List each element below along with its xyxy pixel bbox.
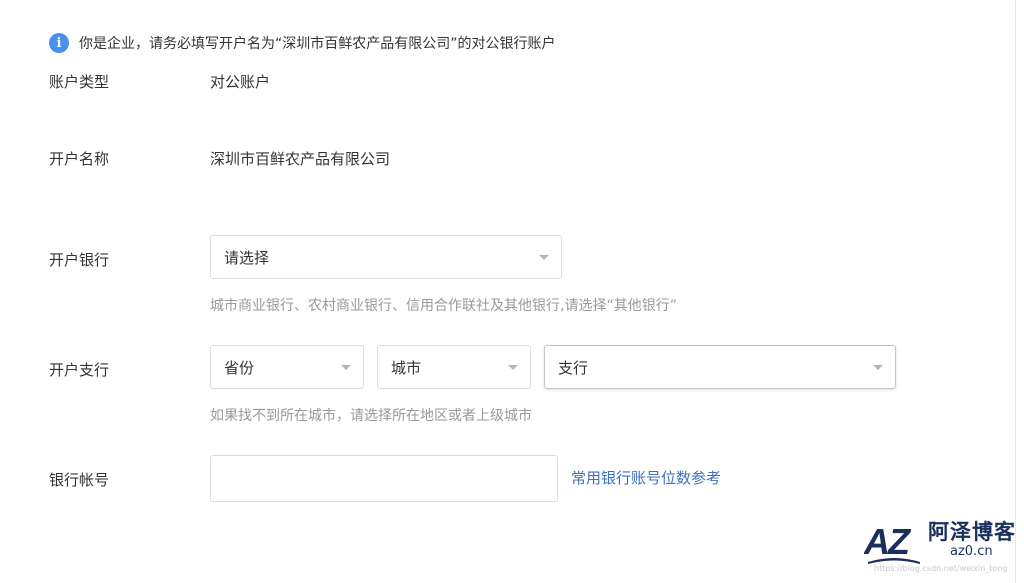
logo-domain: az0.cn	[950, 544, 993, 559]
account-type-value: 对公账户	[210, 73, 271, 91]
branch-hint: 如果找不到所在城市，请选择所在地区或者上级城市	[210, 408, 532, 424]
chevron-down-icon	[873, 365, 883, 370]
notice-banner: i 你是企业，请务必填写开户名为“深圳市百鲜农产品有限公司”的对公银行账户	[49, 33, 556, 53]
svg-text:Z: Z	[887, 521, 912, 562]
bank-label: 开户银行	[49, 251, 110, 269]
account-type-label: 账户类型	[49, 73, 110, 91]
account-name-value: 深圳市百鲜农产品有限公司	[210, 150, 391, 168]
province-select-value: 省份	[224, 358, 255, 377]
bank-select[interactable]: 请选择	[210, 235, 562, 279]
province-select[interactable]: 省份	[210, 345, 364, 389]
account-number-label: 银行帐号	[49, 471, 110, 489]
site-logo: A Z 阿泽博客 az0.cn	[864, 520, 1016, 570]
bank-select-value: 请选择	[224, 248, 270, 267]
account-number-input[interactable]	[210, 455, 558, 502]
svg-text:A: A	[864, 521, 890, 562]
account-length-reference-link[interactable]: 常用银行账号位数参考	[571, 467, 721, 488]
chevron-down-icon	[508, 365, 518, 370]
account-name-label: 开户名称	[49, 150, 110, 168]
city-select-value: 城市	[391, 358, 422, 377]
logo-title: 阿泽博客	[928, 520, 1016, 544]
city-select[interactable]: 城市	[377, 345, 531, 389]
chevron-down-icon	[539, 255, 549, 260]
branch-select-value: 支行	[558, 358, 589, 377]
az-logo-icon: A Z	[864, 521, 920, 564]
bank-hint: 城市商业银行、农村商业银行、信用合作联社及其他银行,请选择“其他银行”	[210, 298, 677, 314]
watermark-url: https://blog.csdn.net/weixin_tong	[874, 564, 1008, 573]
chevron-down-icon	[341, 365, 351, 370]
branch-label: 开户支行	[49, 361, 110, 379]
info-icon: i	[49, 33, 69, 53]
branch-select[interactable]: 支行	[544, 345, 896, 389]
notice-text: 你是企业，请务必填写开户名为“深圳市百鲜农产品有限公司”的对公银行账户	[79, 36, 556, 52]
